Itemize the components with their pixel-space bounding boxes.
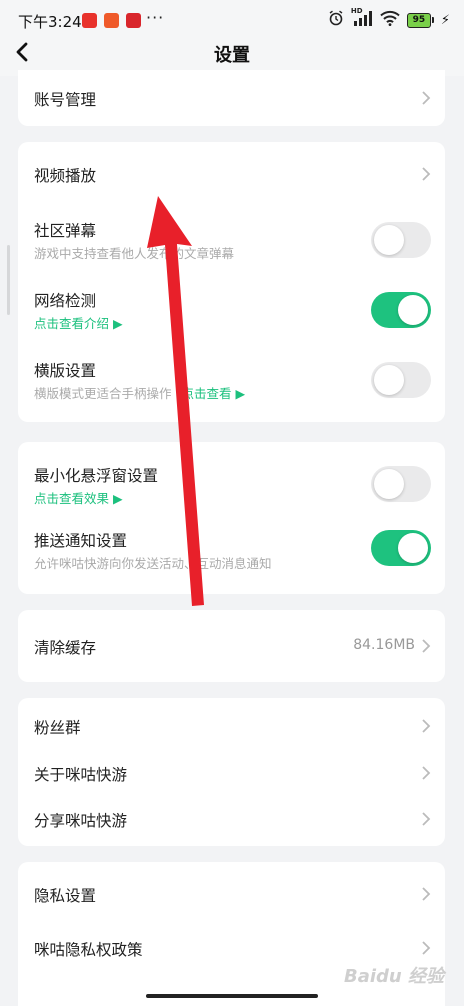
annotation-arrow-icon: [147, 196, 204, 606]
